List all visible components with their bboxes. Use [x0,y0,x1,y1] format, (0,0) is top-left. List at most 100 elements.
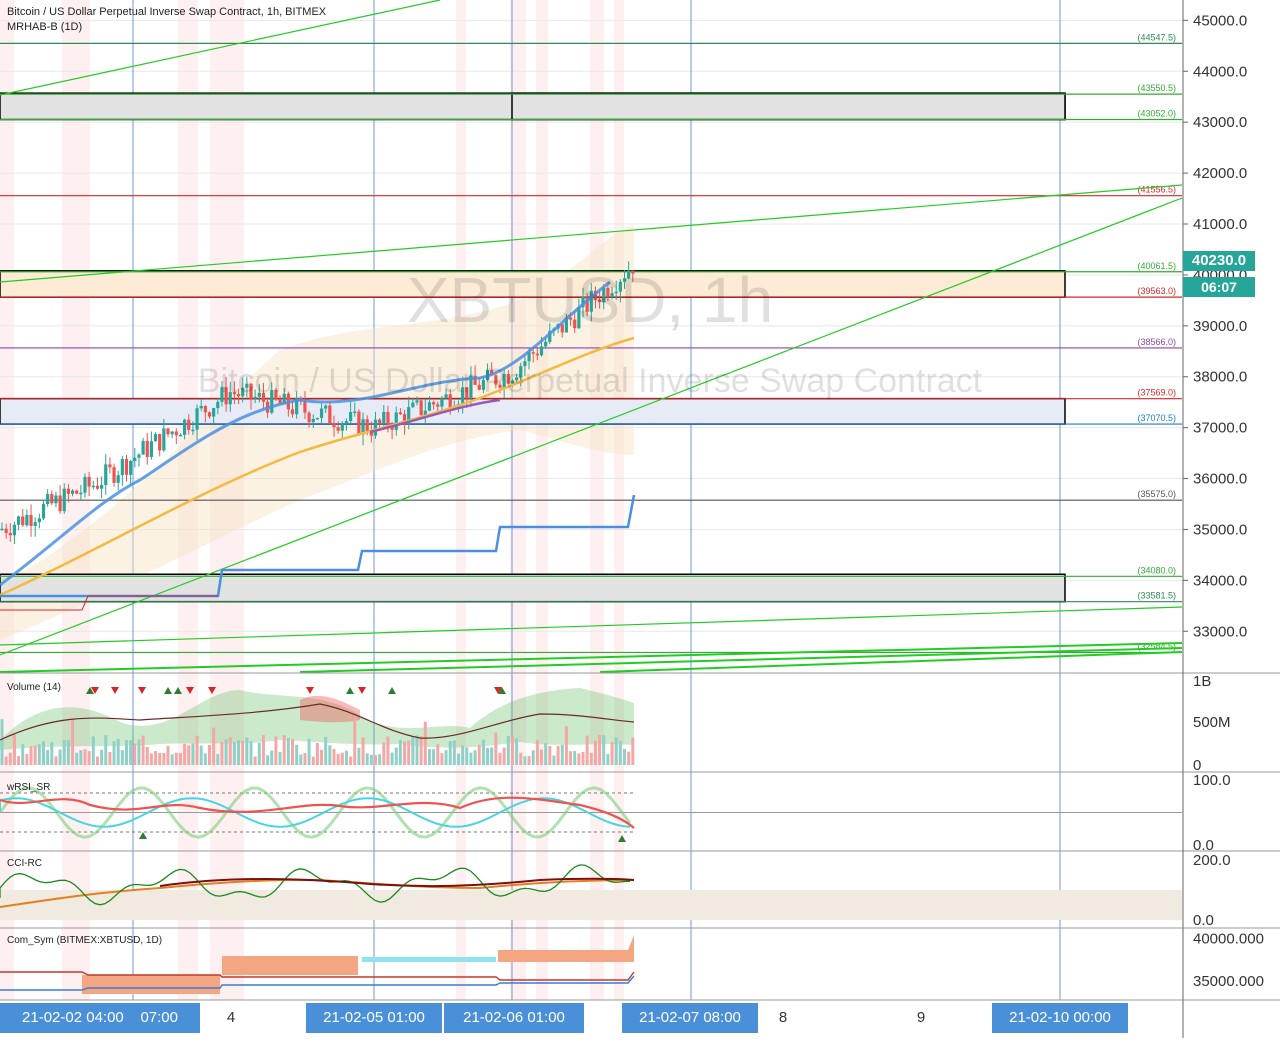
candle-body-9 [37,518,41,523]
volume-bar-23 [95,756,99,765]
candle-body-73 [303,401,307,413]
volume-signal-9 [346,687,354,694]
volume-bar-108 [448,741,452,765]
candle-body-34 [141,440,145,455]
candle-body-30 [124,459,129,475]
candle-body-92 [382,411,386,424]
level-label-5: (39563.0) [1137,286,1176,296]
level-label-10: (34080.0) [1137,565,1176,575]
symbol-title: Bitcoin / US Dollar Perpetual Inverse Sw… [7,6,327,18]
pane-title-cci: CCI-RC [7,858,42,869]
bar-countdown-tag: 06:07 [1183,277,1255,297]
y-tick-label-6: 39000.0 [1193,318,1247,335]
date-chip-0202[interactable]: 21-02-02 04:00 07:00 [0,1003,200,1033]
volume-bar-9 [37,744,41,765]
chart-root[interactable]: (44547.5) (43550.5) (43052.0) (41556.5) (400… [0,0,1280,1038]
candle-body-24 [100,485,104,489]
candle-body-85 [353,411,357,414]
volume-bar-18 [75,752,79,765]
candle-body-31 [129,460,133,475]
volume-bar-150 [623,748,626,765]
candle-body-78 [324,405,328,409]
volume-bar-106 [440,753,444,765]
volume-bar-0 [0,719,4,765]
volume-bar-137 [569,751,573,765]
zone-box-top [511,92,1066,121]
candle-body-70 [290,409,295,415]
candle-body-28 [116,475,120,483]
volume-bar-99 [411,736,415,765]
volume-bar-51 [212,727,216,765]
volume-bar-90 [374,755,377,765]
volume-bar-143 [593,740,597,765]
volume-bar-1 [4,756,8,765]
volume-bar-66 [274,736,278,765]
date-chip-0210[interactable]: 21-02-10 00:00 [992,1003,1128,1033]
candle-body-6 [25,514,29,526]
date-chip-0205[interactable]: 21-02-05 01:00 [306,1003,442,1033]
y-tick-label-12: 33000.0 [1193,623,1247,640]
candle-body-38 [158,434,162,451]
volume-bar-84 [349,756,353,765]
candle-body-2 [8,533,12,536]
volume-bar-70 [291,739,294,765]
candle-body-84 [349,411,353,422]
volume-bar-2 [8,752,12,765]
candle-body-105 [436,404,440,407]
volume-bar-48 [199,745,203,765]
candle-body-8 [33,522,37,526]
volume-bar-145 [602,735,606,765]
level-label-4: (40061.5) [1137,261,1176,271]
volume-bar-131 [544,743,548,765]
volume-bar-63 [261,735,265,765]
volume-signal-10 [358,687,366,694]
y-tick-label-9: 36000.0 [1193,471,1247,488]
volume-bar-10 [42,741,45,765]
level-label-2: (43052.0) [1137,109,1176,119]
candle-body-101 [419,400,423,416]
volume-bar-61 [253,756,257,765]
candle-body-33 [137,454,141,458]
volume-bar-30 [125,740,128,765]
date-chip-0207[interactable]: 21-02-07 08:00 [622,1003,758,1033]
level-label-9: (35575.0) [1137,489,1176,499]
volume-bar-57 [237,740,241,765]
volume-bar-80 [332,748,336,765]
candle-body-129 [535,353,539,356]
candle-body-25 [104,464,108,486]
volume-bar-4 [17,756,21,765]
volume-bar-62 [257,742,261,765]
candle-body-1 [4,528,8,534]
volume-bar-151 [627,751,631,765]
volume-bar-112 [465,747,469,765]
candle-body-44 [183,419,187,435]
volume-bar-46 [191,743,195,765]
candle-body-88 [365,419,369,432]
watermark-description: Bitcoin / US Dollar Perpetual Inverse Sw… [198,362,983,400]
candle-body-35 [145,440,149,457]
volume-bar-34 [141,735,145,765]
volume-bar-111 [461,745,465,765]
candle-body-36 [149,441,153,457]
candle-body-19 [79,492,83,495]
date-chip-0700-text: 07:00 [140,1009,178,1026]
volume-bar-121 [502,747,506,765]
volume-bar-72 [299,754,303,765]
date-chip-0206[interactable]: 21-02-06 01:00 [444,1003,584,1033]
zone-box-2 [0,397,1066,425]
volume-bar-56 [232,742,236,765]
candle-body-52 [216,401,220,409]
candle-body-12 [50,494,54,504]
volume-bar-128 [531,750,535,765]
volume-bar-133 [552,755,556,765]
volume-bar-144 [598,735,602,765]
candle-body-43 [178,434,183,437]
pane-title-wrsi: wRSI_SR [7,782,51,793]
candle-body-47 [195,408,199,430]
y-tick-label-3: 42000.0 [1193,165,1247,182]
candle-body-91 [378,419,382,424]
volume-bar-17 [71,718,75,765]
chart-canvas[interactable]: (44547.5)(43550.5)(43052.0)(41556.5)(400… [0,0,1280,1038]
volume-bar-6 [25,753,29,765]
volume-bar-78 [324,736,328,765]
